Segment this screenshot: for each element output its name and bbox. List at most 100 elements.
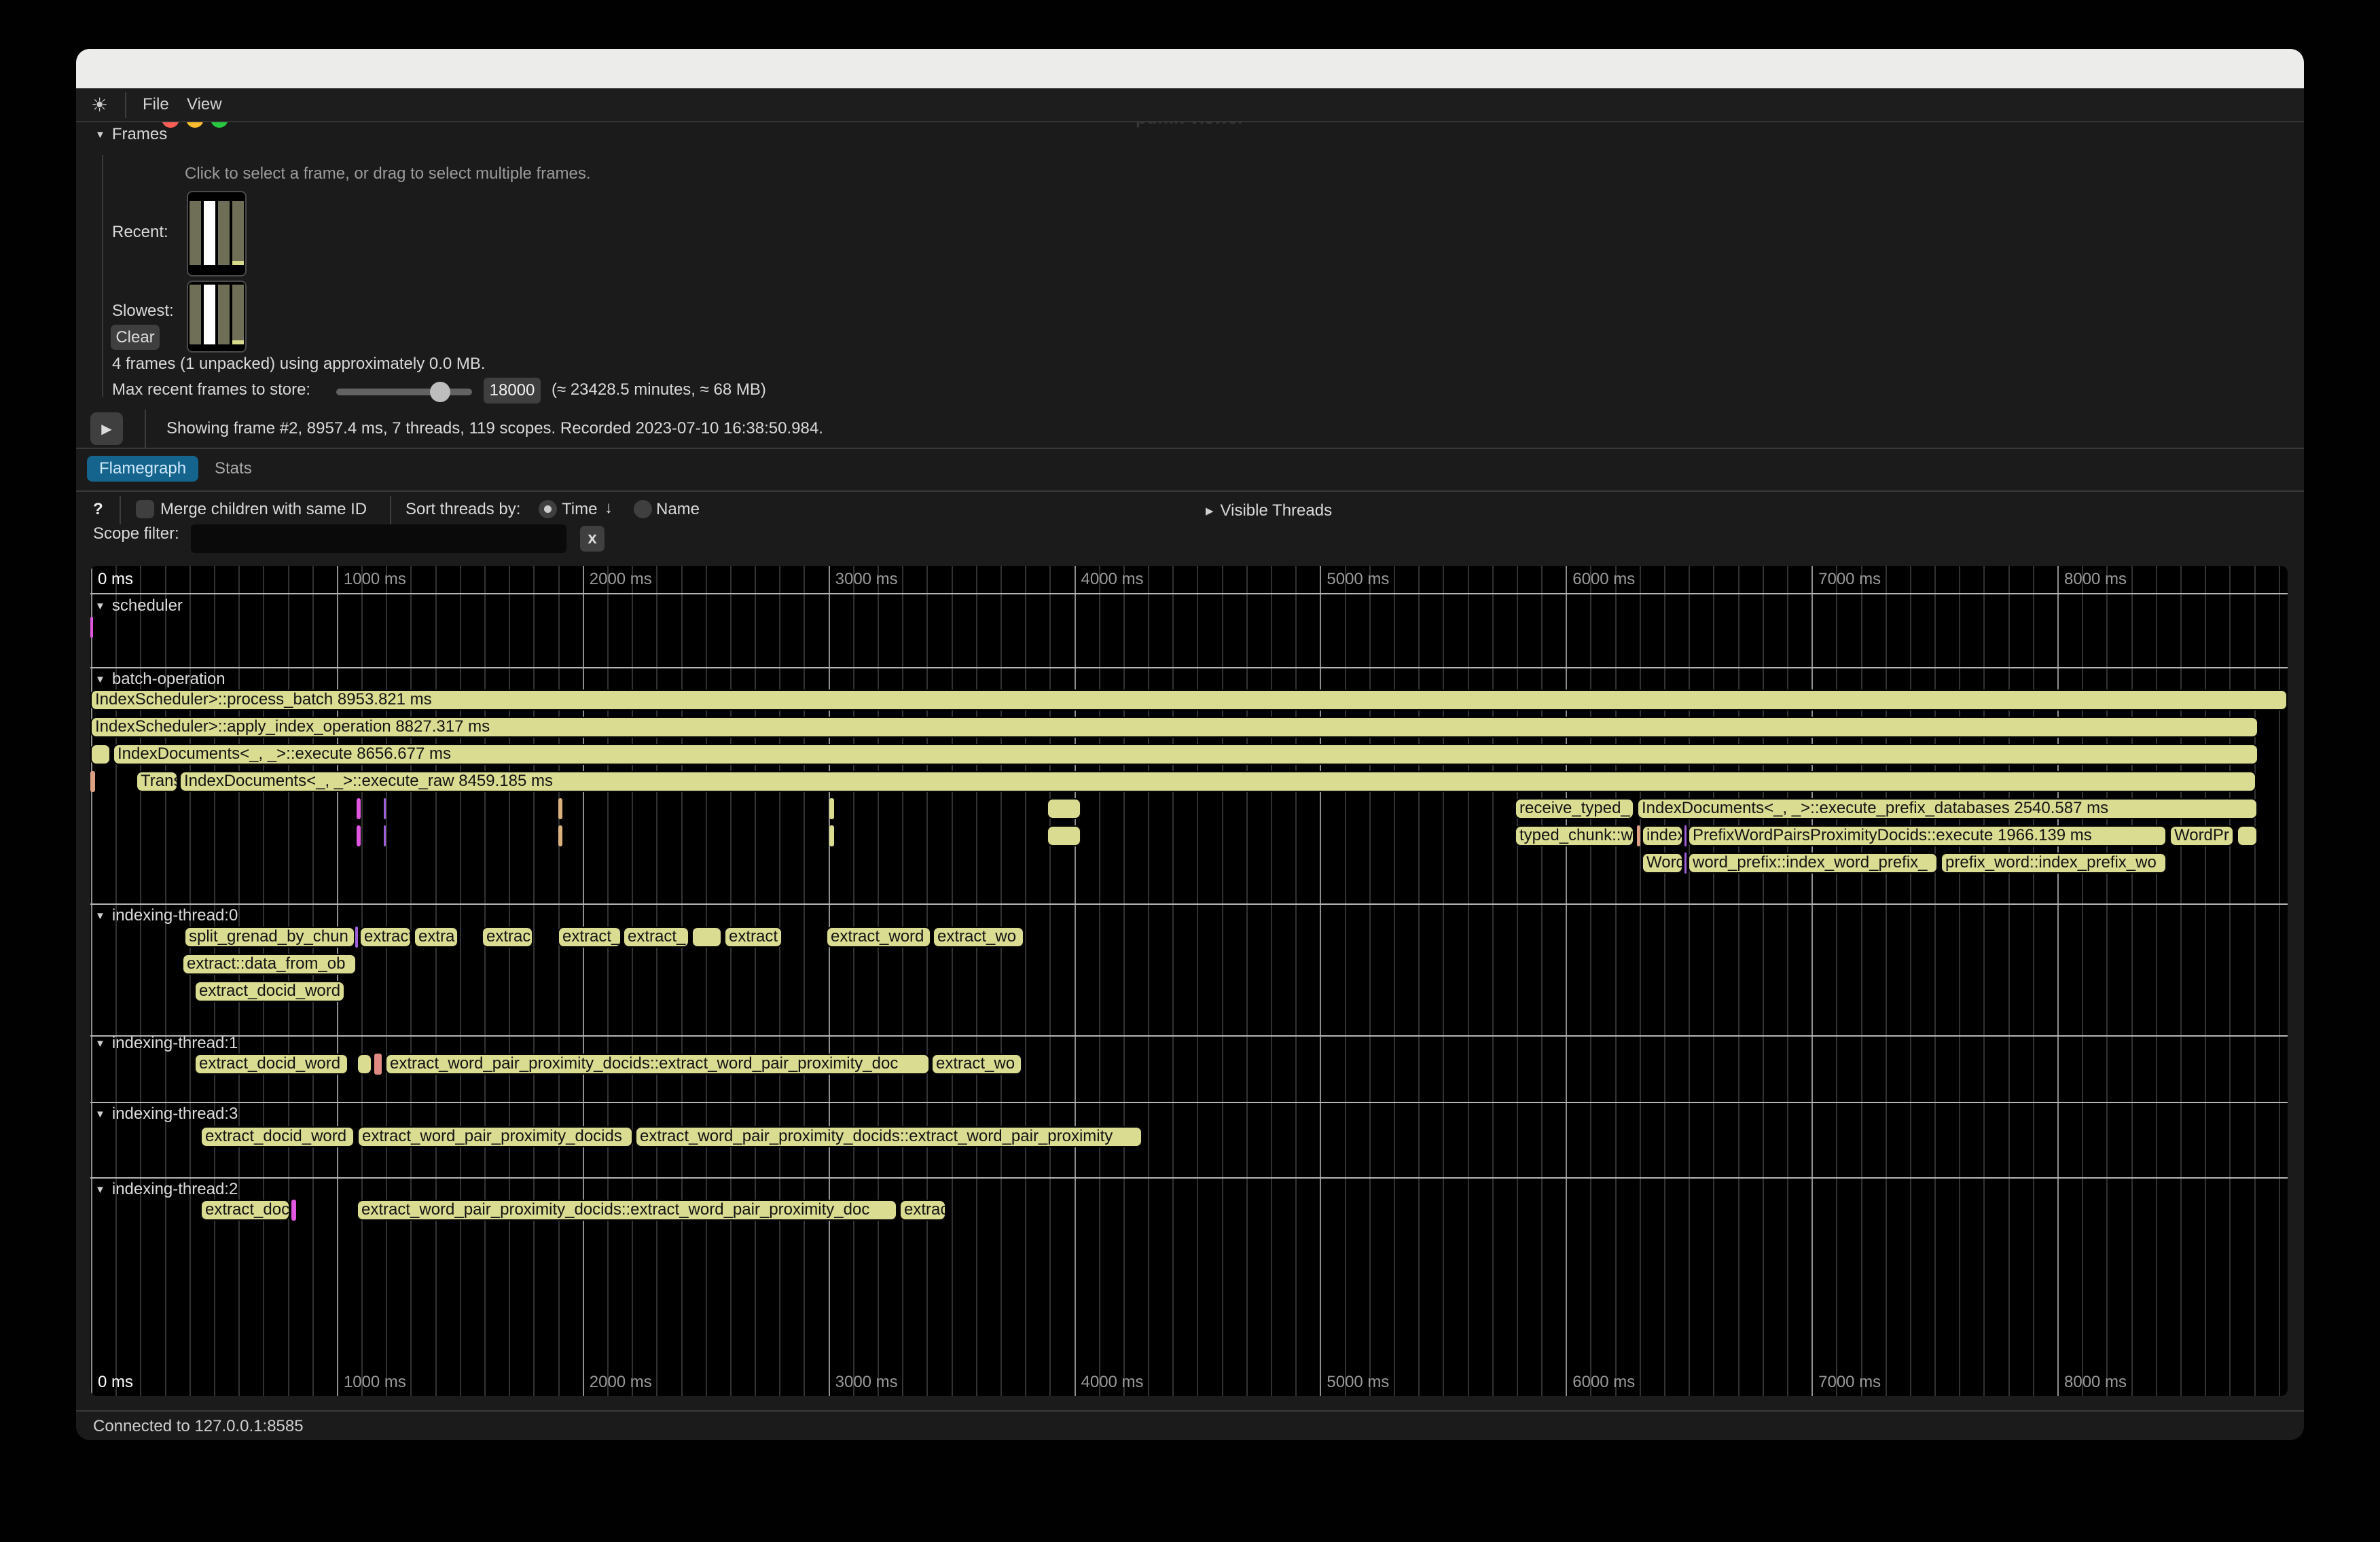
- scope-bar-small[interactable]: [558, 798, 562, 819]
- section-separator: [90, 1177, 2288, 1179]
- scope-bar[interactable]: typed_chunk::w: [1515, 825, 1634, 846]
- scope-bar[interactable]: extract_: [623, 927, 689, 948]
- scope-bar[interactable]: index: [1642, 825, 1683, 846]
- triangle-down-icon: ▼: [95, 1109, 105, 1120]
- scope-bar[interactable]: IndexDocuments<_, _>::execute 8656.677 m…: [113, 744, 2258, 765]
- scope-bar[interactable]: IndexDocuments<_, _>::execute_prefix_dat…: [1637, 798, 2258, 819]
- scope-bar-small[interactable]: [1684, 825, 1687, 846]
- scope-bar[interactable]: extra: [414, 927, 458, 948]
- menu-view[interactable]: View: [187, 95, 222, 114]
- scope-filter-input[interactable]: [191, 524, 566, 553]
- tab-flamegraph[interactable]: Flamegraph: [87, 456, 198, 482]
- scope-bar[interactable]: extract_word: [826, 927, 931, 948]
- theme-sun-icon[interactable]: ☀: [91, 94, 108, 116]
- scope-bar[interactable]: extract_docid_word: [194, 981, 345, 1002]
- thread-header-batch-operation[interactable]: ▼batch-operation: [95, 670, 226, 689]
- recent-frames-thumbnail[interactable]: [187, 191, 247, 276]
- flamegraph-canvas[interactable]: 0 ms0 ms1000 ms1000 ms2000 ms2000 ms3000…: [90, 566, 2288, 1396]
- scope-bar[interactable]: IndexDocuments<_, _>::execute_raw 8459.1…: [179, 771, 2256, 792]
- scope-bar-small[interactable]: [829, 798, 834, 819]
- scope-bar[interactable]: extract_wo: [931, 1054, 1022, 1075]
- scope-bar-small[interactable]: [829, 825, 834, 846]
- scope-bar-small[interactable]: [374, 1054, 382, 1075]
- scope-bar[interactable]: extrac: [899, 1200, 946, 1221]
- scope-bar[interactable]: receive_typed_: [1515, 798, 1634, 819]
- scope-bar[interactable]: prefix_word::index_prefix_wo: [1941, 853, 2167, 874]
- scope-bar[interactable]: WordPr: [2169, 825, 2234, 846]
- scope-bar-small[interactable]: [355, 927, 358, 948]
- sort-radio-name[interactable]: [634, 500, 652, 518]
- axis-label: 0 ms: [98, 570, 133, 589]
- scope-bar[interactable]: extract_: [558, 927, 621, 948]
- sort-option-label-time[interactable]: Time: [562, 500, 597, 519]
- slowest-label: Slowest:: [112, 302, 174, 321]
- scope-bar-small[interactable]: [2237, 825, 2258, 846]
- clear-filter-button[interactable]: x: [580, 526, 605, 552]
- scope-bar[interactable]: extract_docid_word: [200, 1126, 355, 1147]
- scope-bar-small[interactable]: [291, 1200, 296, 1221]
- scope-bar-small[interactable]: [1047, 798, 1081, 819]
- scope-filter-label: Scope filter:: [93, 524, 179, 543]
- scope-bar-small[interactable]: [90, 617, 93, 638]
- max-frames-value[interactable]: 18000: [484, 378, 541, 404]
- scope-bar[interactable]: extract_word_pair_proximity_docids::extr…: [635, 1126, 1142, 1147]
- max-frames-slider[interactable]: [336, 389, 472, 395]
- clear-button[interactable]: Clear: [111, 325, 160, 350]
- scope-bar-small[interactable]: [357, 1054, 372, 1075]
- scope-bar-small[interactable]: [90, 771, 95, 792]
- scope-bar[interactable]: extrac: [482, 927, 533, 948]
- thread-header-indexing-thread:0[interactable]: ▼indexing-thread:0: [95, 906, 238, 925]
- thread-header-indexing-thread:2[interactable]: ▼indexing-thread:2: [95, 1180, 238, 1199]
- thread-header-scheduler[interactable]: ▼scheduler: [95, 596, 183, 615]
- scope-bar-small[interactable]: [558, 825, 562, 846]
- help-button[interactable]: ?: [93, 500, 103, 519]
- scope-bar[interactable]: IndexScheduler>::process_batch 8953.821 …: [90, 689, 2288, 711]
- scope-bar-small[interactable]: [357, 798, 361, 819]
- sort-radio-time[interactable]: [539, 500, 557, 518]
- scope-bar-small[interactable]: [384, 825, 386, 846]
- scope-bar[interactable]: extract: [359, 927, 412, 948]
- axis-label: 2000 ms: [590, 1373, 652, 1392]
- merge-children-checkbox[interactable]: [136, 500, 154, 518]
- scope-bar[interactable]: split_grenad_by_chun: [184, 927, 355, 948]
- frame-thumbnail-stripe: [232, 285, 244, 344]
- scope-bar[interactable]: extract_doc: [200, 1200, 290, 1221]
- triangle-right-icon: ▶: [1206, 505, 1214, 517]
- scope-bar-small[interactable]: [357, 825, 361, 846]
- sort-option-label-name[interactable]: Name: [656, 500, 700, 519]
- scope-bar[interactable]: Trans: [136, 771, 178, 792]
- scope-bar-small[interactable]: [1684, 853, 1687, 874]
- max-frames-slider-handle[interactable]: [430, 382, 450, 402]
- frame-thumbnail-stripe: [218, 201, 230, 265]
- scope-bar-small[interactable]: [90, 744, 111, 765]
- play-button[interactable]: ▶: [90, 412, 123, 445]
- scope-bar[interactable]: extract_wo: [933, 927, 1024, 948]
- frame-thumbnail-stripe: [190, 201, 201, 265]
- scope-bar[interactable]: word_prefix::index_word_prefix_: [1688, 853, 1938, 874]
- scope-bar[interactable]: extract_word_pair_proximity_docids::extr…: [385, 1054, 930, 1075]
- scope-bar[interactable]: extract_word_pair_proximity_docids::extr…: [357, 1200, 897, 1221]
- thread-header-indexing-thread:1[interactable]: ▼indexing-thread:1: [95, 1034, 238, 1053]
- scope-bar[interactable]: extract::data_from_ob: [182, 954, 357, 975]
- scope-bar[interactable]: extract: [724, 927, 782, 948]
- visible-threads-collapser[interactable]: ▶Visible Threads: [1206, 501, 1332, 520]
- scope-bar[interactable]: Word: [1642, 853, 1683, 874]
- scope-bar[interactable]: PrefixWordPairsProximityDocids::execute …: [1688, 825, 2167, 846]
- merge-children-label[interactable]: Merge children with same ID: [160, 500, 367, 519]
- scope-bar-small[interactable]: [1047, 825, 1081, 846]
- scope-bar[interactable]: extract_word_pair_proximity_docids: [357, 1126, 633, 1147]
- scope-bar-small[interactable]: [384, 798, 386, 819]
- slowest-frames-thumbnail[interactable]: [187, 281, 247, 353]
- scope-bar[interactable]: extract_docid_word: [194, 1054, 348, 1075]
- frames-collapser[interactable]: ▼Frames: [95, 125, 167, 144]
- thread-header-indexing-thread:3[interactable]: ▼indexing-thread:3: [95, 1105, 238, 1124]
- scope-bar[interactable]: IndexScheduler>::apply_index_operation 8…: [90, 717, 2258, 738]
- frames-hint: Click to select a frame, or drag to sele…: [185, 164, 591, 183]
- scope-bar-small[interactable]: [1637, 825, 1640, 846]
- tab-stats[interactable]: Stats: [202, 456, 264, 482]
- separator: [76, 490, 2304, 492]
- scope-bar-small[interactable]: [691, 927, 722, 948]
- triangle-down-icon: ▼: [95, 129, 105, 141]
- menu-file[interactable]: File: [143, 95, 169, 114]
- sort-direction-arrow-icon[interactable]: ↓: [605, 499, 613, 518]
